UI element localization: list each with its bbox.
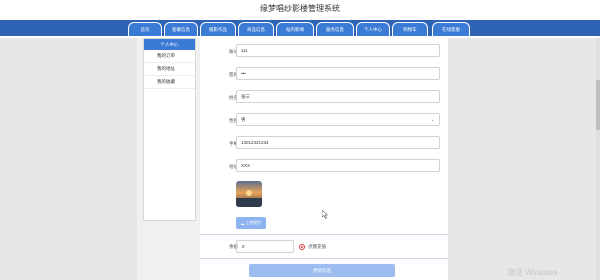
gender-value: 男 <box>241 116 246 122</box>
profile-form: 账号 111 密码 ••• 姓名 张三 性别 男 ⌄ 手机 1301234123… <box>200 38 448 280</box>
upload-icon: ☁ <box>240 220 245 226</box>
balance-label: 余额 <box>229 244 238 249</box>
sidebar-item-orders[interactable]: 我的订单 <box>144 50 195 63</box>
nav-tab-packages[interactable]: 套餐信息 <box>164 22 198 36</box>
account-field[interactable]: 111 <box>236 44 440 57</box>
phone-field[interactable]: 13012341234 <box>236 136 440 149</box>
address-label: 地址 <box>229 164 238 169</box>
activation-watermark: 激活 Windows <box>507 268 558 277</box>
sidebar-title[interactable]: 个人中心 <box>144 39 195 50</box>
nav-tab-profile[interactable]: 个人中心 <box>356 22 390 36</box>
avatar <box>236 181 262 207</box>
section-divider <box>200 234 448 235</box>
nav-tab-support[interactable]: 在线客服 <box>432 22 470 36</box>
upload-button[interactable]: ☁ 上传图片 <box>236 217 266 229</box>
gender-select[interactable]: 男 ⌄ <box>236 113 440 126</box>
address-field[interactable]: XXX <box>236 159 440 172</box>
left-background <box>0 38 137 280</box>
phone-label: 手机 <box>229 141 238 146</box>
sidebar-item-favorites[interactable]: 我的收藏 <box>144 76 195 89</box>
nav-tab-home[interactable]: 首页 <box>128 22 162 36</box>
nav-tab-services[interactable]: 服务信息 <box>316 22 354 36</box>
sidebar: 个人中心 我的订单 我的地址 我的收藏 <box>143 38 196 221</box>
right-background <box>448 38 600 280</box>
name-field[interactable]: 张三 <box>236 90 440 103</box>
balance-field[interactable]: 0 <box>236 240 294 253</box>
recharge-radio[interactable]: 点我充值 <box>299 243 326 251</box>
sidebar-item-address[interactable]: 我的地址 <box>144 63 195 76</box>
mouse-pointer-icon <box>322 210 328 219</box>
page-header: 缘梦唱纱影楼管理系统 首页 套餐信息 摄影作品 商品信息 站内新闻 服务信息 个… <box>0 0 600 36</box>
scrollbar-thumb[interactable] <box>596 80 600 130</box>
nav-tab-works[interactable]: 摄影作品 <box>200 22 236 36</box>
scrollbar[interactable] <box>596 38 600 280</box>
nav-tab-news[interactable]: 站内新闻 <box>276 22 314 36</box>
chevron-down-icon: ⌄ <box>430 117 435 123</box>
update-button[interactable]: 更新信息 <box>249 264 395 277</box>
nav-tab-cart[interactable]: 购物车 <box>392 22 428 36</box>
radio-icon <box>299 244 305 250</box>
recharge-label: 点我充值 <box>308 244 326 249</box>
upload-button-label: 上传图片 <box>245 220 262 225</box>
password-label: 密码 <box>229 72 238 77</box>
password-field[interactable]: ••• <box>236 67 440 80</box>
name-label: 姓名 <box>229 95 238 100</box>
gender-label: 性别 <box>229 118 238 123</box>
site-title: 缘梦唱纱影楼管理系统 <box>260 4 340 13</box>
nav-tab-products[interactable]: 商品信息 <box>238 22 274 36</box>
account-label: 账号 <box>229 49 238 54</box>
section-divider <box>200 258 448 259</box>
